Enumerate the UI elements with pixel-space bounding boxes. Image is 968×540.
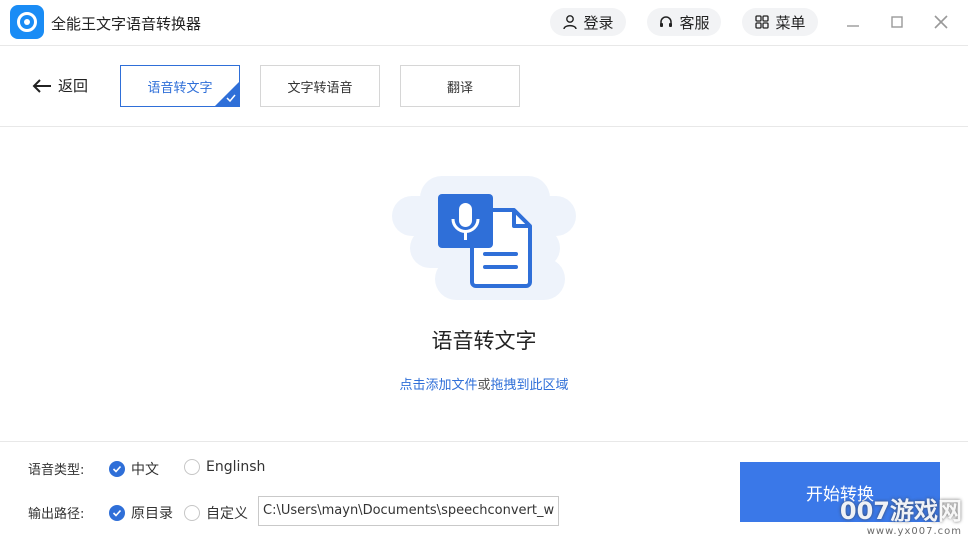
language-type-label: 语音类型: [28, 463, 85, 478]
file-drop-zone[interactable]: 语音转文字 点击添加文件或拖拽到此区域 [0, 128, 968, 440]
close-button[interactable] [930, 11, 952, 33]
add-file-link[interactable]: 点击添加文件 [399, 378, 477, 393]
login-button[interactable]: 登录 [550, 8, 626, 36]
radio-custom-folder[interactable]: 自定义 [184, 503, 248, 523]
radio-unchecked-icon [184, 505, 200, 521]
output-path-field[interactable]: C:\Users\mayn\Documents\speechconvert_w [258, 496, 559, 526]
login-label: 登录 [583, 13, 614, 32]
headset-icon [660, 16, 673, 27]
start-convert-button[interactable]: 开始转换 [740, 462, 940, 522]
radio-english[interactable]: Englinsh [184, 459, 265, 475]
radio-label: 自定义 [206, 506, 248, 522]
tab-label: 翻译 [446, 80, 473, 96]
dropzone-hint: 点击添加文件或拖拽到此区域 [0, 374, 968, 393]
radio-chinese[interactable]: 中文 [109, 459, 159, 479]
tab-translate[interactable]: 翻译 [400, 65, 520, 107]
options-panel: 语音类型: 中文 Englinsh 输出路径: 原目录 自定义 C:\Users… [0, 441, 968, 540]
radio-original-folder[interactable]: 原目录 [109, 503, 173, 523]
radio-label: 原目录 [131, 506, 173, 522]
speech-to-text-illustration-icon [392, 176, 576, 300]
menu-label: 菜单 [775, 13, 806, 32]
grid-menu-icon [755, 15, 770, 29]
tab-text-to-speech[interactable]: 文字转语音 [260, 65, 380, 107]
back-label: 返回 [58, 77, 89, 95]
mode-toolbar: 返回 语音转文字 文字转语音 翻译 [0, 47, 968, 127]
app-logo-icon [10, 5, 44, 39]
service-label: 客服 [679, 13, 710, 32]
checkmark-icon [226, 94, 236, 103]
radio-label: Englinsh [206, 459, 266, 475]
radio-label: 中文 [131, 462, 159, 478]
tab-label: 文字转语音 [287, 80, 353, 96]
menu-button[interactable]: 菜单 [742, 8, 818, 36]
output-path-label: 输出路径: [28, 507, 85, 522]
maximize-button[interactable] [886, 11, 908, 33]
title-bar: 全能王文字语音转换器 登录 客服 菜单 [0, 0, 968, 46]
hint-or-text: 或 [477, 378, 491, 393]
tab-speech-to-text[interactable]: 语音转文字 [120, 65, 240, 107]
minimize-icon [847, 25, 859, 27]
radio-checked-icon [109, 461, 125, 477]
maximize-icon [891, 16, 903, 28]
watermark-url: www.yx007.com [866, 526, 962, 537]
drag-here-text: 拖拽到此区域 [490, 378, 569, 393]
close-icon [934, 15, 948, 29]
customer-service-button[interactable]: 客服 [647, 8, 721, 36]
tab-label: 语音转文字 [147, 80, 213, 96]
dropzone-title: 语音转文字 [431, 329, 537, 353]
radio-unchecked-icon [184, 459, 200, 475]
user-icon [563, 15, 578, 30]
app-title: 全能王文字语音转换器 [51, 15, 202, 33]
back-arrow-icon [32, 78, 51, 93]
minimize-button[interactable] [842, 11, 864, 33]
back-button[interactable]: 返回 [32, 75, 88, 96]
radio-checked-icon [109, 505, 125, 521]
